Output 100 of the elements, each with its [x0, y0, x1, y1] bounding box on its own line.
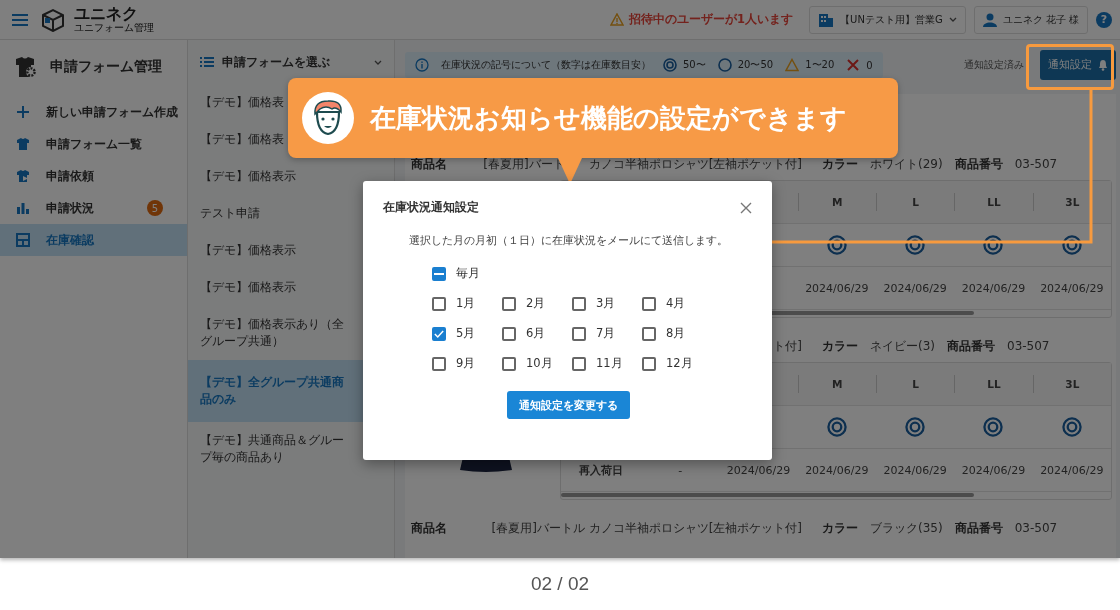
- restock-date: 2024/06/29: [1040, 463, 1104, 477]
- color-value: ホワイト(29): [870, 155, 943, 173]
- checkbox[interactable]: [642, 326, 656, 341]
- restock-date: 2024/06/29: [961, 463, 1026, 477]
- scrollbar-thumb[interactable]: [561, 493, 974, 497]
- sidebar-item[interactable]: 在庫確認: [0, 224, 187, 256]
- field-label: カラー: [822, 155, 858, 173]
- dialog-title: 在庫状況通知設定: [383, 199, 479, 216]
- user-menu-button[interactable]: ユニネク 花子 様: [973, 5, 1088, 34]
- circle-icon: [717, 58, 732, 72]
- size-header: 3L: [1065, 378, 1080, 390]
- logo-subtitle: ユニフォーム管理: [74, 23, 154, 33]
- help-button[interactable]: ?: [1096, 11, 1112, 28]
- month-checkbox[interactable]: 毎月: [432, 266, 754, 281]
- warning-icon: [610, 13, 625, 26]
- notification-status: 通知設定済み: [964, 58, 1024, 72]
- legend-label: 1〜20: [805, 58, 835, 72]
- checkbox[interactable]: [642, 356, 656, 371]
- product-name: [春夏用]バートル カノコ半袖ポロシャツ[左袖ポケット付]: [491, 519, 802, 537]
- minus-icon: [434, 272, 444, 275]
- dialog-description: 選択した月の月初（１日）に在庫状況をメールにて送信します。: [408, 234, 729, 248]
- month-checkbox[interactable]: 6月: [502, 326, 572, 341]
- box-logo-icon: [40, 7, 66, 32]
- caret-icon: [374, 59, 382, 65]
- field-label: カラー: [822, 519, 858, 537]
- month-checkbox[interactable]: 5月: [432, 326, 502, 341]
- checkbox[interactable]: [572, 356, 586, 371]
- double-circle-icon: [663, 58, 677, 72]
- form-list-item[interactable]: 【デモ】価格表示: [188, 158, 394, 195]
- month-checkbox[interactable]: 2月: [502, 296, 572, 311]
- field-label: 商品名: [411, 155, 447, 173]
- month-checkbox[interactable]: 9月: [432, 356, 502, 371]
- checkbox[interactable]: [642, 296, 656, 311]
- sidebar-item[interactable]: 申請依頼: [0, 160, 187, 192]
- group-dropdown[interactable]: 【UNテスト用】営業G: [809, 5, 966, 34]
- size-header: L: [912, 196, 919, 208]
- logo-title: ユニネク: [74, 6, 139, 22]
- sidebar-item[interactable]: 申請フォーム一覧: [0, 128, 187, 160]
- checkbox[interactable]: [572, 296, 586, 311]
- restock-date: 2024/06/29: [883, 281, 947, 295]
- invitation-alert-link[interactable]: 招待中のユーザーが1人います: [629, 12, 794, 27]
- info-icon: [415, 58, 429, 72]
- legend-title: 在庫状況の記号について（数字は在庫数目安）: [441, 58, 651, 72]
- check-icon: [434, 328, 444, 339]
- legend-label: 0: [866, 59, 873, 71]
- month-checkbox[interactable]: 7月: [572, 326, 642, 341]
- restock-date: 2024/06/29: [805, 281, 869, 295]
- field-label: 商品名: [411, 519, 447, 537]
- restock-date: 2024/06/29: [961, 281, 1026, 295]
- color-value: ブラック(35): [870, 519, 943, 537]
- product-name: ト付]: [773, 337, 802, 355]
- size-header: LL: [987, 196, 1001, 208]
- person-icon: [982, 12, 997, 27]
- product-number: 03-507: [1014, 157, 1058, 171]
- size-header: M: [832, 378, 843, 390]
- list-icon: [200, 57, 214, 67]
- month-checkbox[interactable]: 10月: [502, 356, 572, 371]
- restock-date: 2024/06/29: [805, 463, 869, 477]
- month-checkbox[interactable]: 4月: [642, 296, 712, 311]
- callout-text: 在庫状況お知らせ機能の設定ができます: [370, 101, 847, 135]
- checkbox[interactable]: [432, 356, 446, 371]
- field-label: 商品番号: [954, 519, 1003, 537]
- checkbox[interactable]: [502, 326, 516, 341]
- checkbox[interactable]: [432, 296, 446, 311]
- restock-date: 2024/06/29: [1040, 281, 1104, 295]
- checkbox[interactable]: [502, 356, 516, 371]
- field-label: カラー: [822, 337, 858, 355]
- sidebar-item[interactable]: 新しい申請フォーム作成: [0, 96, 187, 128]
- shirt-icon: [16, 137, 30, 151]
- bell-icon: [1098, 59, 1108, 71]
- field-label: 商品番号: [954, 155, 1003, 173]
- table-icon: [16, 233, 30, 247]
- month-checkbox[interactable]: 8月: [642, 326, 712, 341]
- page-indicator: 02 / 02: [530, 573, 590, 595]
- product-name: [春夏用]バート: [483, 155, 565, 173]
- product-number: 03-507: [1014, 521, 1058, 535]
- sidebar-item[interactable]: 申請状況 5: [0, 192, 187, 224]
- product-name: カノコ半袖ポロシャツ[左袖ポケット付]: [588, 155, 802, 173]
- checkbox[interactable]: [502, 296, 516, 311]
- restock-date: -: [678, 463, 683, 477]
- checkbox[interactable]: [432, 266, 446, 281]
- month-checkbox[interactable]: 11月: [572, 356, 642, 371]
- checkbox[interactable]: [432, 326, 446, 341]
- size-header: M: [832, 196, 843, 208]
- month-checkbox[interactable]: 1月: [432, 296, 502, 311]
- count-badge: 5: [147, 200, 163, 216]
- caret-icon: [948, 17, 957, 22]
- size-header: L: [912, 378, 919, 390]
- shirt-gear-icon: [14, 56, 38, 78]
- checkbox[interactable]: [572, 326, 586, 341]
- restock-date: 2024/06/29: [883, 463, 947, 477]
- building-icon: [818, 11, 835, 28]
- change-settings-button[interactable]: 通知設定を変更する: [507, 391, 630, 419]
- close-icon: [740, 201, 752, 214]
- month-checkbox[interactable]: 3月: [572, 296, 642, 311]
- color-value: ネイビー(3): [870, 337, 935, 355]
- notification-settings-button[interactable]: 通知設定: [1040, 50, 1116, 80]
- shirt-icon: [16, 169, 30, 183]
- menu-icon[interactable]: [12, 13, 28, 26]
- month-checkbox[interactable]: 12月: [642, 356, 712, 371]
